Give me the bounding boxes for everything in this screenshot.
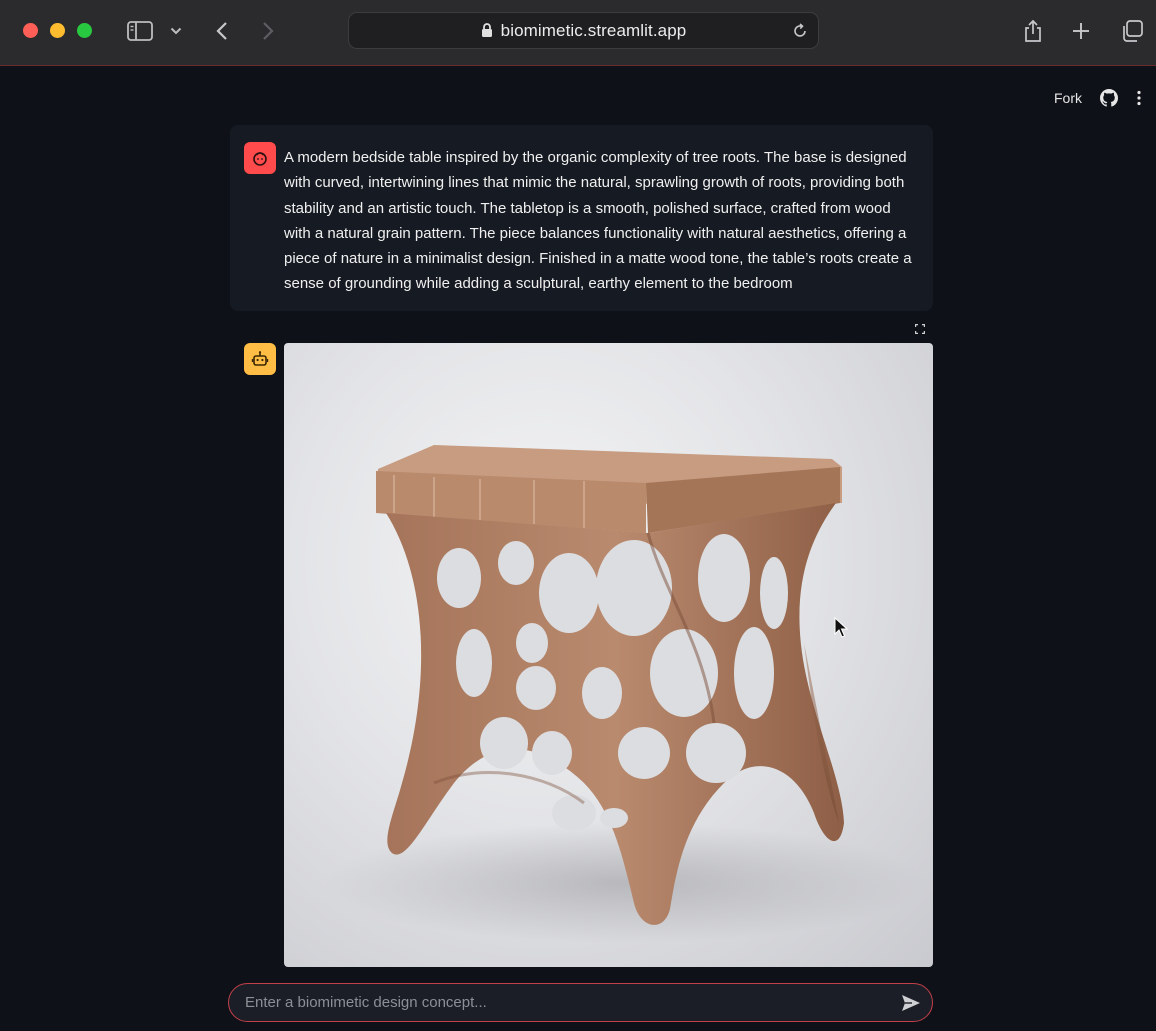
address-bar[interactable]: biomimetic.streamlit.app	[348, 12, 819, 49]
url-text: biomimetic.streamlit.app	[500, 20, 687, 40]
robot-icon	[251, 351, 269, 366]
user-avatar	[244, 142, 276, 174]
forward-arrow-icon[interactable]	[254, 16, 282, 46]
plus-icon[interactable]	[1066, 16, 1096, 46]
mouse-pointer-icon	[834, 616, 849, 644]
send-icon[interactable]	[900, 992, 922, 1014]
user-face-icon	[253, 152, 267, 166]
lock-icon	[481, 23, 493, 38]
github-icon[interactable]	[1100, 89, 1118, 107]
chevron-down-icon[interactable]	[166, 16, 186, 46]
chat-container: A modern bedside table inspired by the o…	[230, 125, 933, 967]
chat-input-box	[228, 983, 933, 1022]
fullscreen-icon[interactable]	[913, 322, 927, 336]
minimize-window-button[interactable]	[50, 23, 65, 38]
back-arrow-icon[interactable]	[208, 16, 236, 46]
fork-button[interactable]: Fork	[1054, 90, 1082, 106]
tab-overview-icon[interactable]	[1116, 16, 1148, 46]
zoom-window-button[interactable]	[77, 23, 92, 38]
browser-toolbar: biomimetic.streamlit.app	[0, 0, 1156, 66]
generated-image[interactable]	[284, 343, 933, 967]
app-toolbar: Fork	[1054, 89, 1142, 107]
reload-icon[interactable]	[790, 21, 810, 41]
share-icon[interactable]	[1018, 16, 1048, 46]
sidebar-toggle-icon[interactable]	[124, 16, 156, 46]
close-window-button[interactable]	[23, 23, 38, 38]
chat-input[interactable]	[245, 984, 885, 1020]
assistant-message	[230, 343, 933, 967]
kebab-menu-icon[interactable]	[1136, 90, 1142, 106]
assistant-avatar	[244, 343, 276, 375]
streamlit-app: Fork A modern bedside table inspired by …	[0, 67, 1156, 1031]
user-message-text: A modern bedside table inspired by the o…	[284, 149, 912, 293]
user-message: A modern bedside table inspired by the o…	[230, 125, 933, 311]
